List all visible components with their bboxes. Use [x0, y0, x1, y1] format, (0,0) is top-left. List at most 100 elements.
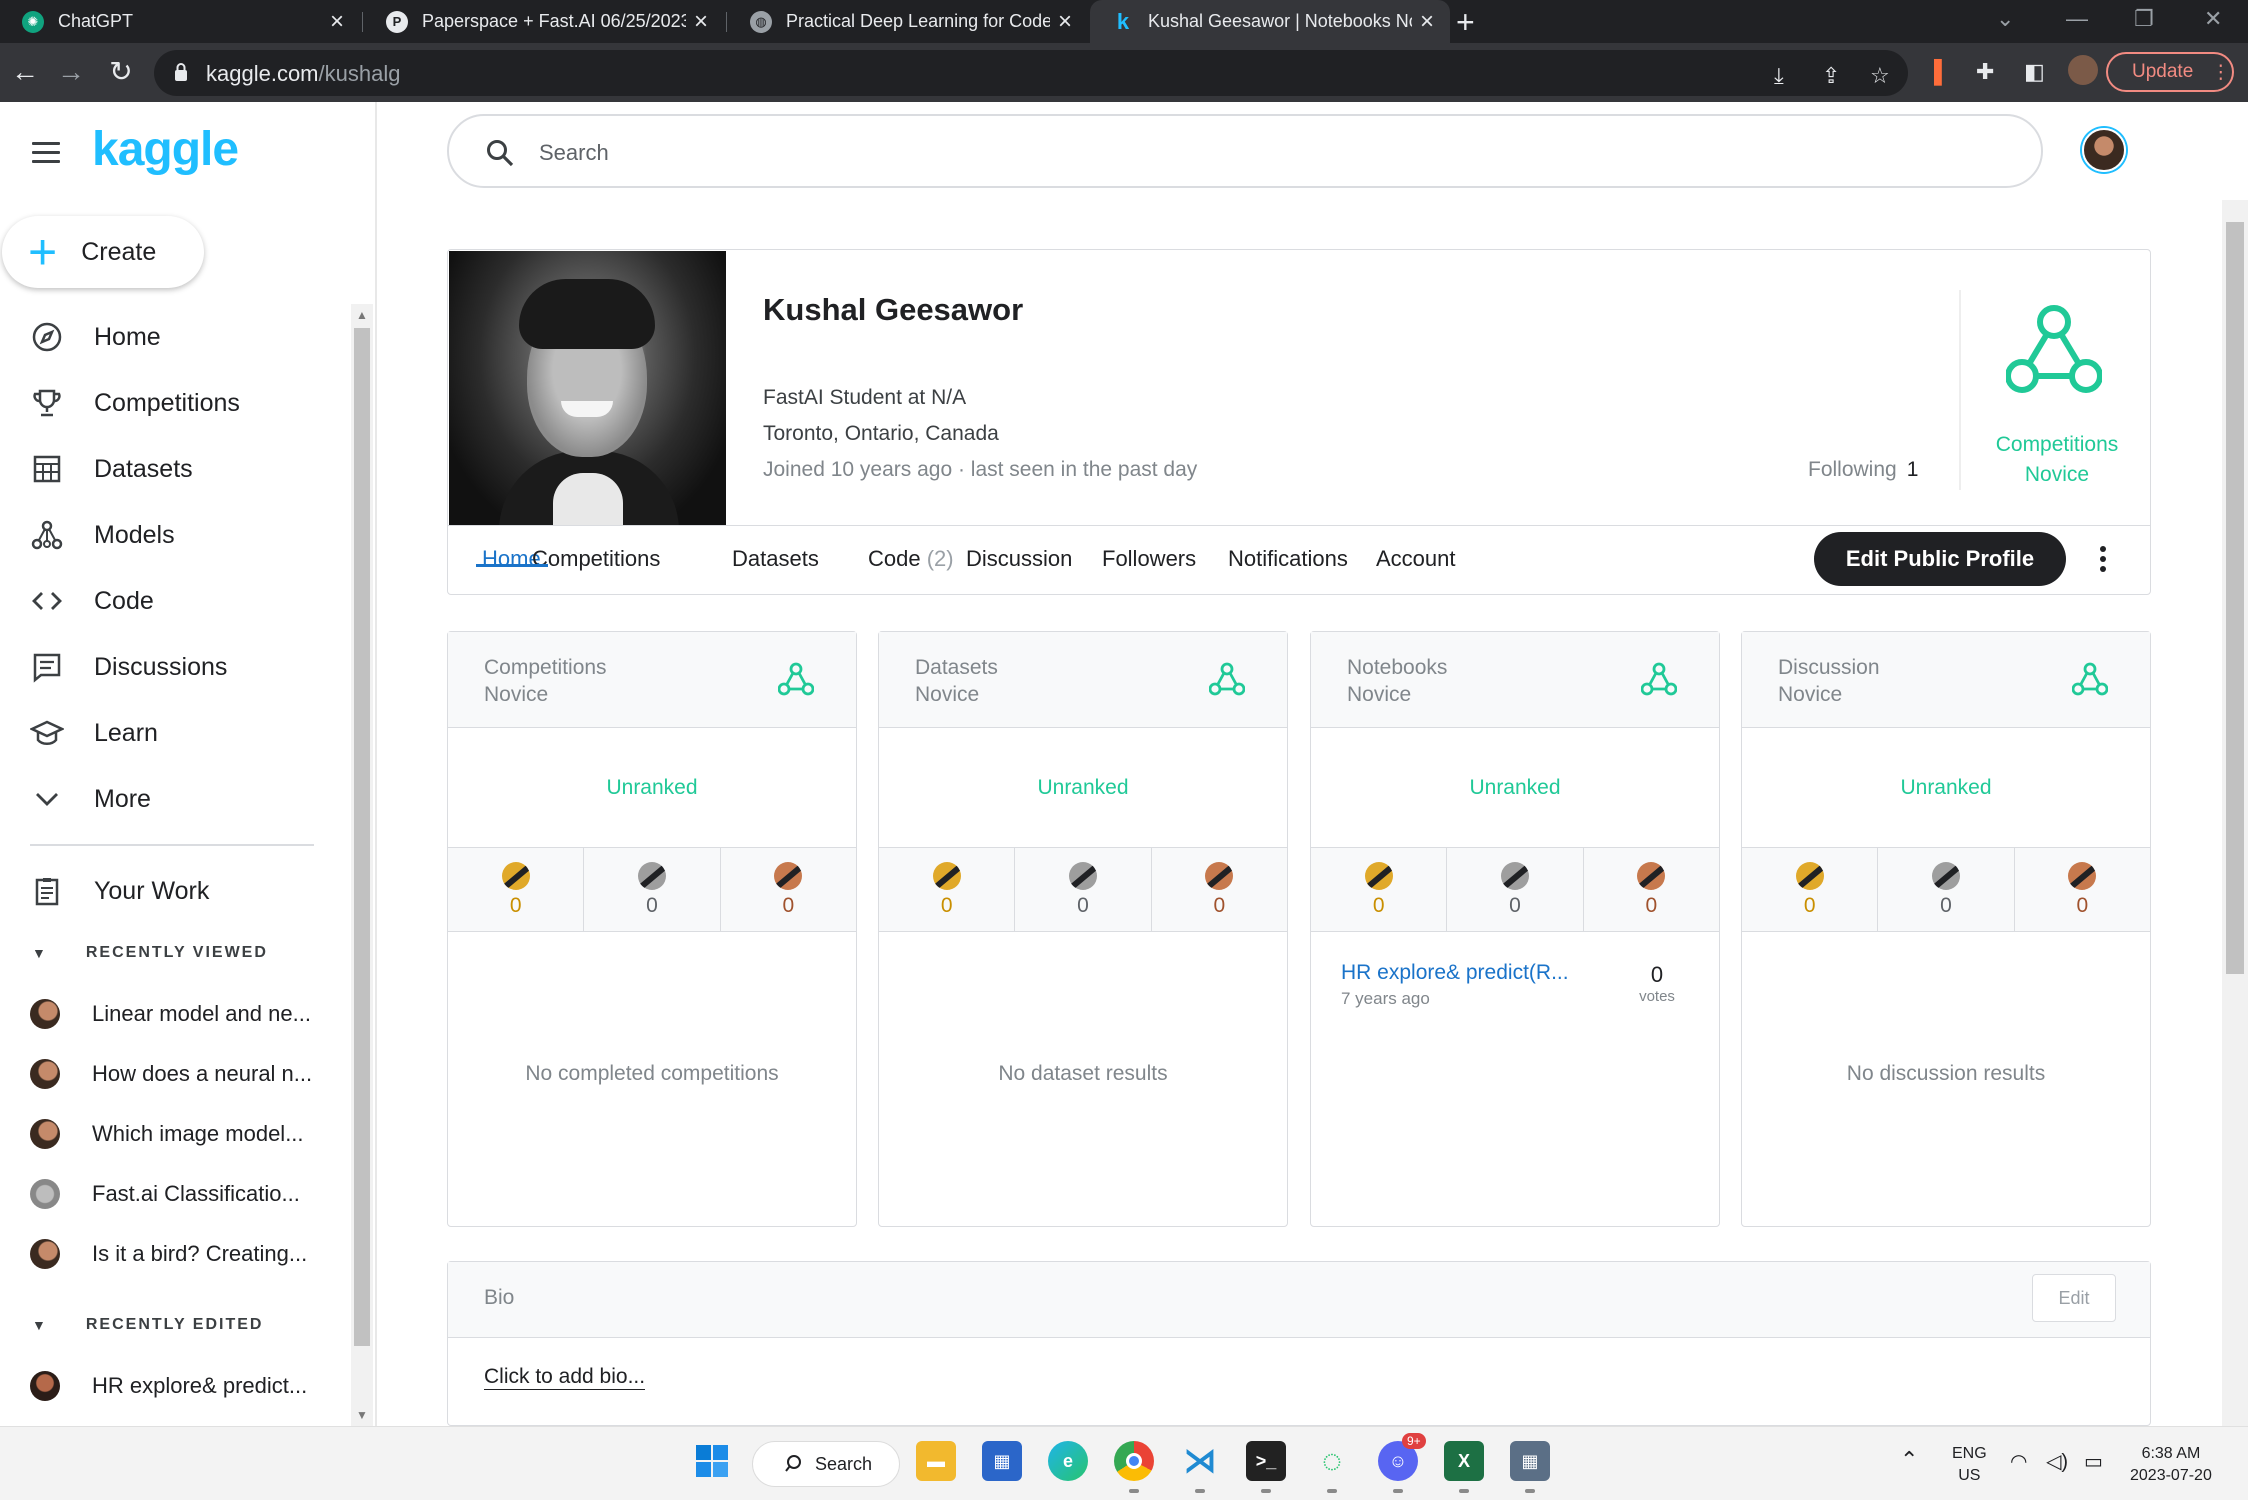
taskbar-search[interactable]: Search [752, 1441, 900, 1487]
sidebar-divider [30, 844, 314, 846]
tab-search-icon[interactable]: ⌄ [1996, 6, 2014, 32]
forward-icon[interactable]: → [52, 53, 90, 91]
recent-item[interactable]: Which image model... [30, 1114, 330, 1154]
sidebar-item-label: Datasets [94, 454, 193, 483]
update-label: Update [2132, 61, 2194, 82]
tab-code[interactable]: Code (2) [868, 546, 954, 572]
close-tab-icon[interactable]: × [694, 8, 708, 36]
hamburger-menu-icon[interactable] [32, 142, 60, 169]
tab-followers[interactable]: Followers [1102, 546, 1196, 572]
tab-discussion[interactable]: Discussion [966, 546, 1072, 572]
install-app-icon[interactable]: ⤓ [1774, 63, 1784, 89]
profile-avatar-icon[interactable] [2068, 55, 2098, 85]
models-icon [31, 520, 63, 550]
add-bio-link[interactable]: Click to add bio... [484, 1365, 646, 1390]
file-explorer-icon[interactable]: ▬ [916, 1441, 956, 1481]
sidebar-item-more[interactable]: More [0, 766, 340, 832]
new-tab-icon[interactable]: + [1456, 4, 1475, 41]
address-bar[interactable]: kaggle.com/kushalg ⤓ ⇪ ☆ [154, 50, 1908, 96]
following-link[interactable]: Following 1 [1808, 458, 1918, 482]
recent-item[interactable]: Is it a bird? Creating... [30, 1234, 330, 1274]
close-tab-icon[interactable]: × [330, 8, 344, 36]
recent-item[interactable]: HR explore& predict... [30, 1366, 330, 1406]
browser-tab[interactable]: P Paperspace + Fast.AI 06/25/2023 × [364, 0, 724, 43]
close-window-icon[interactable]: ✕ [2204, 6, 2222, 32]
loading-app-icon[interactable]: ◌ [1312, 1441, 1352, 1481]
edit-public-profile-button[interactable]: Edit Public Profile [1814, 532, 2066, 586]
tab-competitions[interactable]: Competitions [532, 546, 660, 572]
tab-notifications[interactable]: Notifications [1228, 546, 1348, 572]
update-button[interactable]: Update ⋮ [2106, 52, 2234, 92]
page-scrollbar[interactable] [2222, 200, 2248, 1426]
notebook-list-item[interactable]: HR explore& predict(R... 7 years ago [1341, 961, 1569, 1009]
gold-count: 0 [940, 894, 953, 917]
datasets-stat-card: Datasets Novice Unranked 0 0 0 No dataset… [878, 631, 1288, 1227]
language-indicator[interactable]: ENG US [1952, 1443, 1987, 1487]
bio-edit-button[interactable]: Edit [2032, 1274, 2116, 1322]
chrome-icon[interactable] [1114, 1441, 1154, 1481]
sidebar-item-home[interactable]: Home [0, 304, 340, 370]
volume-icon[interactable]: ◁) [2046, 1451, 2068, 1473]
recent-item[interactable]: How does a neural n... [30, 1054, 330, 1094]
vscode-icon[interactable]: ⋊ [1180, 1441, 1220, 1481]
excel-icon[interactable]: X [1444, 1441, 1484, 1481]
bio-card: Bio Edit Click to add bio... [447, 1261, 2151, 1426]
kaggle-logo[interactable]: kaggle [92, 122, 239, 177]
stat-category: Notebooks [1347, 656, 1448, 679]
terminal-icon[interactable]: >_ [1246, 1441, 1286, 1481]
sidebar-scrollbar[interactable]: ▲ ▼ [351, 304, 373, 1426]
sidebar-item-models[interactable]: Models [0, 502, 340, 568]
windows-start-icon[interactable] [692, 1441, 732, 1481]
sidebar-item-datasets[interactable]: Datasets [0, 436, 340, 502]
edge-icon[interactable]: e [1048, 1441, 1088, 1481]
recently-edited-header[interactable]: ▼ RECENTLY EDITED [32, 1310, 263, 1340]
tab-datasets[interactable]: Datasets [732, 546, 819, 572]
puzzle-extensions-icon[interactable]: ✚ [1976, 59, 1994, 85]
profile-photo [449, 251, 726, 525]
tab-account[interactable]: Account [1376, 546, 1456, 572]
minimize-icon[interactable]: — [2066, 6, 2088, 32]
battery-icon[interactable]: ▭ [2084, 1451, 2103, 1473]
discussion-stat-card: Discussion Novice Unranked 0 0 0 No discu… [1741, 631, 2151, 1227]
extension-icon[interactable]: ▌ [1934, 59, 1950, 85]
search-input[interactable]: Search [447, 114, 2043, 188]
notebook-title-link[interactable]: HR explore& predict(R... [1341, 961, 1569, 985]
sidebar-item-learn[interactable]: Learn [0, 700, 340, 766]
wifi-icon[interactable]: ◠ [2010, 1451, 2027, 1473]
close-tab-icon[interactable]: × [1420, 8, 1434, 36]
clock[interactable]: 6:38 AM 2023-07-20 [2130, 1443, 2212, 1487]
stat-tier: Novice [1347, 683, 1412, 706]
sidebar-item-your-work[interactable]: Your Work [0, 858, 340, 924]
medal-row: 0 0 0 [448, 848, 856, 932]
silver-medal-icon [1931, 862, 1960, 890]
sidebar-item-discussions[interactable]: Discussions [0, 634, 340, 700]
browser-tab[interactable]: ✺ ChatGPT × [0, 0, 360, 43]
create-button[interactable]: + Create [2, 216, 204, 288]
user-avatar[interactable] [2082, 128, 2126, 172]
calculator-icon[interactable]: ▦ [1510, 1441, 1550, 1481]
browser-tab[interactable]: ◍ Practical Deep Learning for Code × [728, 0, 1088, 43]
side-panel-icon[interactable]: ◧ [2024, 59, 2045, 85]
share-icon[interactable]: ⇪ [1822, 63, 1840, 89]
bookmark-star-icon[interactable]: ☆ [1870, 63, 1890, 89]
recent-item-title: How does a neural n... [92, 1061, 313, 1086]
maximize-icon[interactable]: ❐ [2134, 6, 2154, 32]
tray-chevron-up-icon[interactable]: ⌃ [1900, 1449, 1918, 1471]
sidebar-item-competitions[interactable]: Competitions [0, 370, 340, 436]
back-icon[interactable]: ← [6, 53, 44, 91]
store-icon[interactable]: ▦ [982, 1441, 1022, 1481]
recently-viewed-header[interactable]: ▼ RECENTLY VIEWED [32, 938, 268, 968]
tab-title: Kushal Geesawor | Notebooks No [1148, 11, 1412, 31]
recent-item[interactable]: Fast.ai Classificatio... [30, 1174, 330, 1214]
profile-card: Kushal Geesawor FastAI Student at N/A To… [447, 249, 2151, 595]
silver-count: 0 [1077, 894, 1089, 917]
close-tab-icon[interactable]: × [1058, 8, 1072, 36]
browser-tab-active[interactable]: k Kushal Geesawor | Notebooks No × [1090, 0, 1450, 43]
recent-item[interactable]: Linear model and ne... [30, 994, 330, 1034]
sidebar-item-code[interactable]: Code [0, 568, 340, 634]
more-options-icon[interactable] [2100, 546, 2106, 576]
avatar [30, 1371, 60, 1401]
empty-message: No dataset results [998, 1062, 1168, 1085]
reload-icon[interactable]: ↻ [102, 53, 140, 91]
competitions-stat-card: Competitions Novice Unranked 0 0 0 No com… [447, 631, 857, 1227]
